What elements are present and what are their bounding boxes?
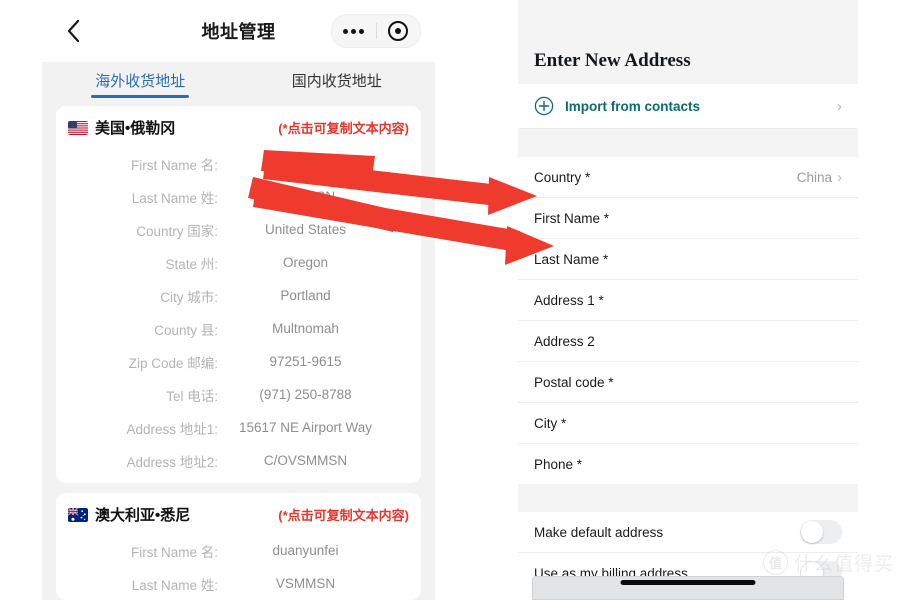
row-key: Tel 电话:	[166, 388, 218, 404]
top-strip	[518, 0, 858, 10]
address-card-list: 美国•俄勒冈 (*点击可复制文本内容) First Name 名: Last N…	[42, 106, 435, 600]
field-label: Postal code *	[534, 374, 614, 390]
make-default-address-row[interactable]: Make default address	[518, 512, 858, 553]
field-postal-code[interactable]: Postal code *	[518, 362, 858, 403]
toggle-label: Make default address	[534, 524, 664, 540]
row-key: First Name 名:	[130, 157, 218, 173]
table-row[interactable]: Country 国家: United States	[56, 213, 421, 246]
address-tabs: 海外收货地址 国内收货地址	[42, 62, 435, 106]
import-from-contacts-row[interactable]: Import from contacts ›	[518, 84, 858, 129]
row-key: County 县:	[154, 322, 218, 338]
address-card-title-text: 美国•俄勒冈	[95, 120, 176, 137]
row-value: United States	[264, 222, 347, 237]
miniprogram-capsule	[331, 14, 421, 48]
field-phone[interactable]: Phone *	[518, 444, 858, 484]
row-key: Last Name 姓:	[131, 577, 218, 593]
row-value: Oregon	[282, 255, 329, 270]
row-value: 97251-9615	[269, 354, 342, 369]
field-label: Address 1 *	[534, 292, 604, 308]
watermark: 值 什么值得买	[762, 549, 894, 576]
au-flag-icon	[68, 507, 88, 522]
screenshot-stage: 地址管理 海外收货地址 国内收货地址 美国•俄勒冈 (*点击可复制文本内容) F…	[0, 0, 900, 600]
field-value-text: China	[796, 169, 832, 185]
more-dots-icon[interactable]	[332, 28, 376, 34]
field-label: Address 2	[534, 333, 595, 349]
field-first-name[interactable]: First Name *	[518, 198, 858, 239]
import-from-contacts-label: Import from contacts	[565, 98, 701, 114]
address-card-title-text: 澳大利亚•悉尼	[95, 507, 191, 524]
address-card-title: 美国•俄勒冈	[68, 117, 175, 138]
field-label: Country *	[534, 169, 591, 185]
field-label: Last Name *	[534, 251, 609, 267]
field-label: First Name *	[534, 210, 610, 226]
row-value: 15617 NE Airport Way	[238, 420, 373, 435]
field-city[interactable]: City *	[518, 403, 858, 444]
enter-new-address-title: Enter New Address	[518, 10, 858, 84]
table-row[interactable]: Tel 电话: (971) 250-8788	[56, 378, 421, 411]
field-last-name[interactable]: Last Name *	[518, 239, 858, 280]
nav-bar: 地址管理	[42, 0, 435, 62]
table-row[interactable]: First Name 名: duanyunfei	[56, 534, 421, 567]
home-indicator[interactable]	[620, 580, 756, 585]
row-value: duanyunfei	[272, 543, 339, 558]
tab-domestic-address-label: 国内收货地址	[291, 73, 382, 90]
watermark-logo-icon: 值	[762, 550, 788, 575]
tab-overseas-address[interactable]: 海外收货地址	[42, 62, 239, 106]
section-gap	[518, 484, 858, 512]
field-label: City *	[534, 415, 567, 431]
row-key: City 城市:	[160, 289, 218, 305]
address-card-header: 澳大利亚•悉尼 (*点击可复制文本内容)	[56, 493, 421, 534]
table-row[interactable]: Address 地址1: 15617 NE Airport Way	[56, 411, 421, 444]
plus-circle-icon	[534, 96, 554, 116]
chevron-right-icon: ›	[837, 168, 842, 186]
field-country[interactable]: Country * China ›	[518, 157, 858, 198]
row-key: Address 地址1:	[126, 421, 218, 437]
row-value: (971) 250-8788	[259, 387, 352, 402]
row-key: Address 地址2:	[126, 454, 218, 470]
home-indicator-bar	[532, 576, 844, 600]
chevron-right-icon: ›	[837, 97, 842, 115]
row-key: Last Name 姓:	[131, 190, 218, 206]
address-card-header: 美国•俄勒冈 (*点击可复制文本内容)	[56, 106, 421, 147]
tab-overseas-address-label: 海外收货地址	[91, 70, 190, 98]
field-address-2[interactable]: Address 2	[518, 321, 858, 362]
watermark-text: 什么值得买	[793, 554, 894, 575]
table-row[interactable]: Last Name 姓: VSMMSN	[56, 180, 421, 213]
right-phone-panel: Enter New Address Import from contacts ›…	[518, 0, 858, 600]
make-default-address-toggle[interactable]	[800, 520, 842, 544]
field-value: China ›	[797, 169, 842, 186]
us-flag-icon	[68, 120, 88, 135]
field-address-1[interactable]: Address 1 *	[518, 280, 858, 321]
address-card-title: 澳大利亚•悉尼	[68, 504, 190, 525]
table-row[interactable]: Last Name 姓: VSMMSN	[56, 567, 421, 600]
row-key: Zip Code 邮编:	[128, 355, 218, 371]
section-gap	[518, 129, 858, 157]
row-value: VSMMSN	[275, 189, 336, 204]
row-value: C/OVSMMSN	[263, 453, 348, 468]
table-row[interactable]: City 城市: Portland	[56, 279, 421, 312]
row-value: Portland	[280, 288, 331, 303]
table-row[interactable]: Zip Code 邮编: 97251-9615	[56, 345, 421, 378]
table-row[interactable]: Address 地址2: C/OVSMMSN	[56, 444, 421, 477]
table-row[interactable]: County 县: Multnomah	[56, 312, 421, 345]
copy-hint-label: (*点击可复制文本内容)	[278, 121, 409, 136]
row-key: Country 国家:	[136, 223, 218, 239]
target-circle-icon[interactable]	[377, 21, 421, 41]
copy-hint-label: (*点击可复制文本内容)	[278, 508, 409, 523]
row-key: First Name 名:	[130, 544, 218, 560]
row-value: Multnomah	[272, 321, 339, 336]
field-label: Phone *	[534, 456, 583, 472]
row-value: VSMMSN	[275, 576, 336, 591]
tab-domestic-address[interactable]: 国内收货地址	[239, 62, 436, 106]
table-row[interactable]: First Name 名:	[56, 147, 421, 180]
row-key: State 州:	[165, 256, 218, 272]
left-phone-panel: 地址管理 海外收货地址 国内收货地址 美国•俄勒冈 (*点击可复制文本内容) F…	[42, 0, 435, 600]
table-row[interactable]: State 州: Oregon	[56, 246, 421, 279]
address-card[interactable]: 澳大利亚•悉尼 (*点击可复制文本内容) First Name 名: duany…	[56, 493, 421, 600]
address-card[interactable]: 美国•俄勒冈 (*点击可复制文本内容) First Name 名: Last N…	[56, 106, 421, 483]
